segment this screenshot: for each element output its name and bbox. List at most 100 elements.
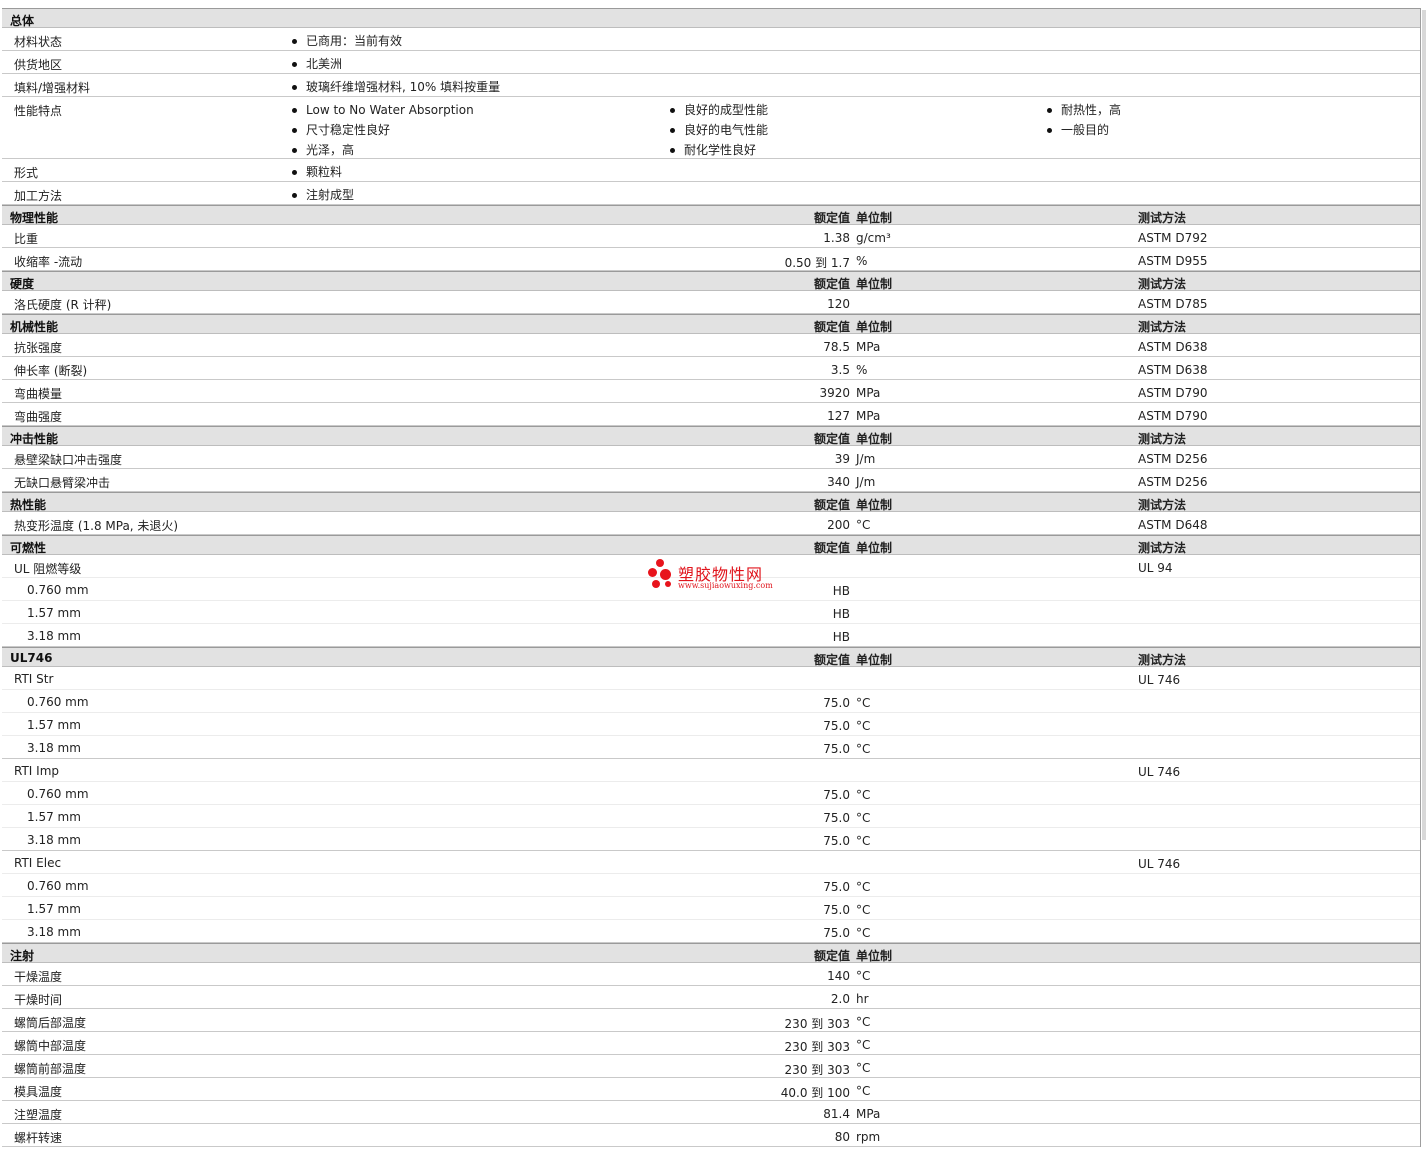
general-label: 材料状态 — [14, 35, 63, 49]
property-value: HB — [832, 607, 850, 621]
section-header: UL746 额定值 单位制 测试方法 — [2, 647, 1420, 667]
property-row: 比重 1.38 g/cm³ ASTM D792 — [2, 225, 1420, 248]
property-label: 无缺口悬臂梁冲击 — [14, 476, 111, 490]
header-test-method: 测试方法 — [1138, 498, 1187, 512]
property-unit: °C — [856, 880, 871, 894]
property-row: 3.18 mm 75.0 °C — [2, 920, 1420, 943]
general-label: 性能特点 — [14, 104, 63, 118]
property-label: 3.18 mm — [27, 629, 81, 643]
property-row: 1.57 mm 75.0 °C — [2, 713, 1420, 736]
property-value: 75.0 — [823, 788, 850, 802]
property-label: 3.18 mm — [27, 833, 81, 847]
header-nominal: 额定值 — [813, 432, 850, 446]
header-test-method: 测试方法 — [1138, 653, 1187, 667]
property-value: 230 到 303 — [784, 1040, 850, 1054]
header-test-method: 测试方法 — [1138, 211, 1187, 225]
property-value: 75.0 — [823, 742, 850, 756]
property-label: 收缩率 -流动 — [14, 255, 83, 269]
property-row: 伸长率 (断裂) 3.5% ASTM D638 — [2, 357, 1420, 380]
property-value: 340 — [827, 475, 850, 489]
section-title: 可燃性 — [10, 541, 47, 555]
section-header: 注射 额定值 单位制 — [2, 943, 1420, 963]
property-test-method: UL 746 — [1138, 857, 1181, 871]
property-row: 抗张强度 78.5 MPa ASTM D638 — [2, 334, 1420, 357]
property-label: 伸长率 (断裂) — [14, 364, 88, 378]
property-sections: 物理性能 额定值 单位制 测试方法 比重 1.38 g/cm³ ASTM D792 收缩率 -流… — [2, 205, 1420, 1147]
property-row: 螺杆转速 80 rpm — [2, 1124, 1420, 1147]
property-value: 75.0 — [823, 719, 850, 733]
property-label: 0.760 mm — [27, 583, 89, 597]
general-value-item: 耐化学性良好 — [668, 141, 768, 161]
property-label: 1.57 mm — [27, 606, 81, 620]
property-test-method: ASTM D256 — [1138, 452, 1208, 466]
property-value: 230 到 303 — [784, 1063, 850, 1077]
header-nominal: 额定值 — [813, 277, 850, 291]
property-test-method: UL 94 — [1138, 561, 1173, 575]
general-label: 供货地区 — [14, 58, 63, 72]
general-row: 性能特点 Low to No Water Absorption 尺寸稳定性良好 光泽，… — [2, 97, 1420, 159]
header-nominal: 额定值 — [813, 949, 850, 963]
property-value: 75.0 — [823, 834, 850, 848]
property-row: 0.760 mm 75.0 °C — [2, 690, 1420, 713]
property-unit: °C — [856, 834, 871, 848]
property-row: 1.57 mm HB — [2, 601, 1420, 624]
general-value-list: 已商用：当前有效 — [290, 32, 402, 52]
section-header: 硬度 额定值 单位制 测试方法 — [2, 271, 1420, 291]
property-unit: hr — [856, 992, 869, 1006]
section-title: 热性能 — [10, 498, 47, 512]
property-unit: rpm — [856, 1130, 881, 1144]
property-label: 3.18 mm — [27, 925, 81, 939]
property-row: 0.760 mm 75.0 °C — [2, 874, 1420, 897]
property-row: RTI Imp UL 746 — [2, 759, 1420, 782]
property-row: RTI Str UL 746 — [2, 667, 1420, 690]
watermark-logo-icon — [648, 559, 674, 591]
property-value: 2.0 — [830, 992, 850, 1006]
property-unit: °C — [856, 788, 871, 802]
general-value-item: 一般目的 — [1045, 121, 1121, 141]
general-value-list: 北美洲 — [290, 55, 342, 75]
general-value-item: 尺寸稳定性良好 — [290, 121, 474, 141]
header-nominal: 额定值 — [813, 498, 850, 512]
property-unit: °C — [856, 1015, 871, 1029]
property-row: 收缩率 -流动 0.50 到 1.7% ASTM D955 — [2, 248, 1420, 271]
general-value-item: 良好的电气性能 — [668, 121, 768, 141]
section-title: 物理性能 — [10, 211, 59, 225]
section-title: 总体 — [10, 14, 35, 28]
property-row: 悬壁梁缺口冲击强度 39 J/m ASTM D256 — [2, 446, 1420, 469]
header-test-method: 测试方法 — [1138, 320, 1187, 334]
property-test-method: ASTM D955 — [1138, 254, 1208, 268]
general-value-item: 玻璃纤维增强材料, 10% 填料按重量 — [290, 78, 500, 98]
header-unit: 单位制 — [856, 432, 893, 446]
property-unit: J/m — [856, 452, 876, 466]
property-row: 热变形温度 (1.8 MPa, 未退火) 200 °C ASTM D648 — [2, 512, 1420, 535]
property-unit: J/m — [856, 475, 876, 489]
property-label: 弯曲模量 — [14, 387, 63, 401]
property-label: 3.18 mm — [27, 741, 81, 755]
header-unit: 单位制 — [856, 277, 893, 291]
property-label: 热变形温度 (1.8 MPa, 未退火) — [14, 519, 179, 533]
header-nominal: 额定值 — [813, 211, 850, 225]
header-nominal: 额定值 — [813, 541, 850, 555]
property-test-method: ASTM D648 — [1138, 518, 1208, 532]
property-value: 75.0 — [823, 696, 850, 710]
property-row: 弯曲强度 127 MPa ASTM D790 — [2, 403, 1420, 426]
property-value: HB — [832, 630, 850, 644]
property-test-method: UL 746 — [1138, 673, 1181, 687]
property-row: RTI Elec UL 746 — [2, 851, 1420, 874]
property-test-method: ASTM D256 — [1138, 475, 1208, 489]
property-value: 78.5 — [823, 340, 850, 354]
header-nominal: 额定值 — [813, 653, 850, 667]
property-unit: % — [856, 254, 868, 268]
property-label: 干燥时间 — [14, 993, 63, 1007]
property-row: 无缺口悬臂梁冲击 340 J/m ASTM D256 — [2, 469, 1420, 492]
scrollbar-thumb[interactable] — [1422, 10, 1426, 840]
general-value-item: 注射成型 — [290, 186, 354, 206]
header-unit: 单位制 — [856, 541, 893, 555]
property-unit: °C — [856, 926, 871, 940]
property-value: 3.5 — [830, 363, 850, 377]
property-test-method: ASTM D638 — [1138, 340, 1208, 354]
property-value: 75.0 — [823, 903, 850, 917]
property-label: 1.57 mm — [27, 718, 81, 732]
general-rows: 材料状态 已商用：当前有效 供货地区 北美洲 填料/增强材料 玻璃纤维增强材料, 10% … — [2, 28, 1420, 205]
general-row: 供货地区 北美洲 — [2, 51, 1420, 74]
